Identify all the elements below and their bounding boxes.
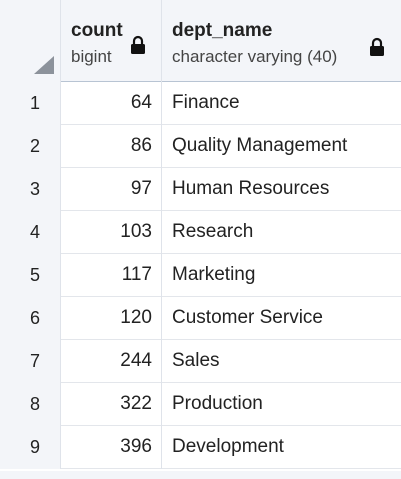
table-row[interactable]: 6 120 Customer Service [0, 297, 401, 340]
cell-dept-name[interactable]: Quality Management [162, 125, 401, 168]
table-row[interactable]: 9 396 Development [0, 426, 401, 469]
cell-count[interactable]: 322 [61, 383, 162, 426]
column-name: count [71, 20, 123, 41]
cell-count[interactable]: 396 [61, 426, 162, 469]
cell-dept-name[interactable]: Marketing [162, 254, 401, 297]
cell-count[interactable]: 97 [61, 168, 162, 211]
column-type: character varying (40) [172, 47, 338, 66]
select-all-triangle-icon [34, 56, 54, 74]
lock-icon [131, 35, 145, 54]
row-number[interactable]: 7 [0, 340, 61, 383]
table-row[interactable]: 8 322 Production [0, 383, 401, 426]
cell-count[interactable]: 117 [61, 254, 162, 297]
grid-header: count bigint dept_name character varying… [0, 0, 401, 82]
table-row[interactable]: 2 86 Quality Management [0, 125, 401, 168]
cell-count[interactable]: 64 [61, 82, 162, 125]
cell-dept-name[interactable]: Finance [162, 82, 401, 125]
table-row[interactable]: 1 64 Finance [0, 82, 401, 125]
cell-count[interactable]: 103 [61, 211, 162, 254]
grid-body: 1 64 Finance 2 86 Quality Management 3 9… [0, 82, 401, 469]
column-header-dept-name[interactable]: dept_name character varying (40) [162, 0, 401, 82]
cell-dept-name[interactable]: Sales [162, 340, 401, 383]
cell-count[interactable]: 86 [61, 125, 162, 168]
cell-count[interactable]: 120 [61, 297, 162, 340]
grid-bottom-strip [0, 471, 401, 479]
table-row[interactable]: 5 117 Marketing [0, 254, 401, 297]
column-type: bigint [71, 47, 112, 66]
row-number[interactable]: 4 [0, 211, 61, 254]
results-grid: count bigint dept_name character varying… [0, 0, 401, 479]
row-number[interactable]: 2 [0, 125, 61, 168]
cell-dept-name[interactable]: Human Resources [162, 168, 401, 211]
row-number[interactable]: 6 [0, 297, 61, 340]
row-number[interactable]: 5 [0, 254, 61, 297]
row-number[interactable]: 9 [0, 426, 61, 469]
select-all-corner[interactable] [0, 0, 61, 82]
cell-dept-name[interactable]: Development [162, 426, 401, 469]
table-row[interactable]: 3 97 Human Resources [0, 168, 401, 211]
row-number[interactable]: 1 [0, 82, 61, 125]
column-header-count[interactable]: count bigint [61, 0, 162, 82]
row-number[interactable]: 8 [0, 383, 61, 426]
row-number[interactable]: 3 [0, 168, 61, 211]
table-row[interactable]: 4 103 Research [0, 211, 401, 254]
column-name: dept_name [172, 20, 273, 41]
table-row[interactable]: 7 244 Sales [0, 340, 401, 383]
cell-dept-name[interactable]: Customer Service [162, 297, 401, 340]
cell-count[interactable]: 244 [61, 340, 162, 383]
lock-icon [370, 37, 384, 56]
cell-dept-name[interactable]: Production [162, 383, 401, 426]
cell-dept-name[interactable]: Research [162, 211, 401, 254]
